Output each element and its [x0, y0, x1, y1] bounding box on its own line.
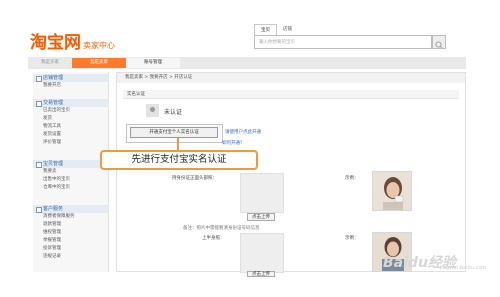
- how-to-open-link[interactable]: 如何开通？: [222, 140, 245, 146]
- open-alipay-verification-button[interactable]: 开通支付宝个人实名认证: [130, 127, 218, 138]
- sidebar-item[interactable]: 我要卖: [33, 168, 109, 176]
- upper-body-label: 上半身照：: [202, 236, 225, 241]
- search-input[interactable]: 输入你想要的宝贝: [254, 35, 432, 49]
- baidu-watermark-url: jingyan.baidu.com: [440, 265, 487, 271]
- sidebar-item[interactable]: 发货设置: [33, 131, 109, 139]
- sidebar-heading[interactable]: 客户服务: [33, 205, 109, 213]
- sample-photo-id: [372, 171, 412, 211]
- id-photo-upload-area[interactable]: [240, 173, 284, 213]
- user-avatar: [146, 104, 159, 117]
- sidebar-heading[interactable]: 店铺管理: [33, 74, 109, 82]
- sidebar-item[interactable]: 维权管理: [33, 229, 109, 237]
- sidebar-section-service: 客户服务 消费者保障服务 退款管理 维权管理 举报管理 投诉管理 违规记录: [33, 205, 109, 261]
- tab-buyer[interactable]: 我是买家: [28, 58, 72, 68]
- sample-label-2: 示例：: [345, 236, 359, 241]
- sidebar-item[interactable]: 仓库中的宝贝: [33, 184, 109, 192]
- sidebar-item[interactable]: 已卖出的宝贝: [33, 107, 109, 115]
- main-panel: 我是卖家 > 我要开店 > 开店认证 实名认证 未认证 开通支付宝个人实名认证 …: [116, 72, 466, 277]
- sample-label: 示例：: [345, 176, 359, 181]
- callout-connector: [177, 138, 179, 150]
- sidebar-item[interactable]: 举报管理: [33, 237, 109, 245]
- sidebar-section-shop: 店铺管理 我要开店: [33, 74, 109, 90]
- upload-button-2[interactable]: 点击上传: [247, 271, 275, 277]
- sidebar-item[interactable]: 消费者保障服务: [33, 213, 109, 221]
- verification-status: 未认证: [164, 109, 183, 116]
- sidebar-item[interactable]: 发货: [33, 115, 109, 123]
- id-photo-label: 持身份证正面头部照：: [172, 176, 217, 181]
- sidebar-item[interactable]: 违规记录: [33, 253, 109, 261]
- search-button[interactable]: [432, 35, 446, 49]
- sidebar-item[interactable]: 评价管理: [33, 139, 109, 147]
- logo-sub-text: 卖家中心: [83, 41, 115, 50]
- upper-body-upload-area[interactable]: [240, 233, 284, 273]
- tab-account[interactable]: 账号管理: [126, 58, 180, 68]
- sidebar-item[interactable]: 我要开店: [33, 82, 109, 90]
- search-icon: [435, 41, 443, 49]
- sidebar-heading[interactable]: 交易管理: [33, 99, 109, 107]
- logo-main-text: 淘宝网: [30, 33, 81, 53]
- search-tabs: 宝贝 店铺: [254, 24, 298, 35]
- tab-seller[interactable]: 我是卖家: [72, 58, 126, 68]
- sample-person-icon: [373, 172, 411, 210]
- sidebar-item[interactable]: 退款管理: [33, 221, 109, 229]
- sidebar-section-items: 宝贝管理 我要卖 出售中的宝贝 仓库中的宝贝: [33, 160, 109, 192]
- open-tip-link[interactable]: 请使用户点此开通: [225, 129, 261, 135]
- section-title: 实名认证: [123, 90, 459, 99]
- sidebar-item[interactable]: 投诉管理: [33, 245, 109, 253]
- remark-note: 备注：照片中需能看清身份证号码信息: [183, 226, 260, 231]
- taobao-logo[interactable]: 淘宝网 卖家中心: [30, 31, 115, 53]
- instruction-callout: 先进行支付宝实名认证: [100, 150, 258, 170]
- sidebar-heading[interactable]: 宝贝管理: [33, 160, 109, 168]
- sidebar-item[interactable]: 物流工具: [33, 123, 109, 131]
- search-tab-shop[interactable]: 店铺: [277, 24, 298, 35]
- sidebar: 店铺管理 我要开店 交易管理 已卖出的宝贝 发货 物流工具 发货设置 评价管理 …: [33, 72, 109, 272]
- search-tab-item[interactable]: 宝贝: [254, 24, 277, 35]
- breadcrumb: 我是卖家 > 我要开店 > 开店认证: [117, 73, 465, 83]
- sidebar-item[interactable]: 出售中的宝贝: [33, 176, 109, 184]
- upload-button[interactable]: 点击上传: [247, 213, 275, 221]
- top-navbar: 我是买家 我是卖家 账号管理: [28, 57, 466, 69]
- sidebar-section-trade: 交易管理 已卖出的宝贝 发货 物流工具 发货设置 评价管理: [33, 99, 109, 147]
